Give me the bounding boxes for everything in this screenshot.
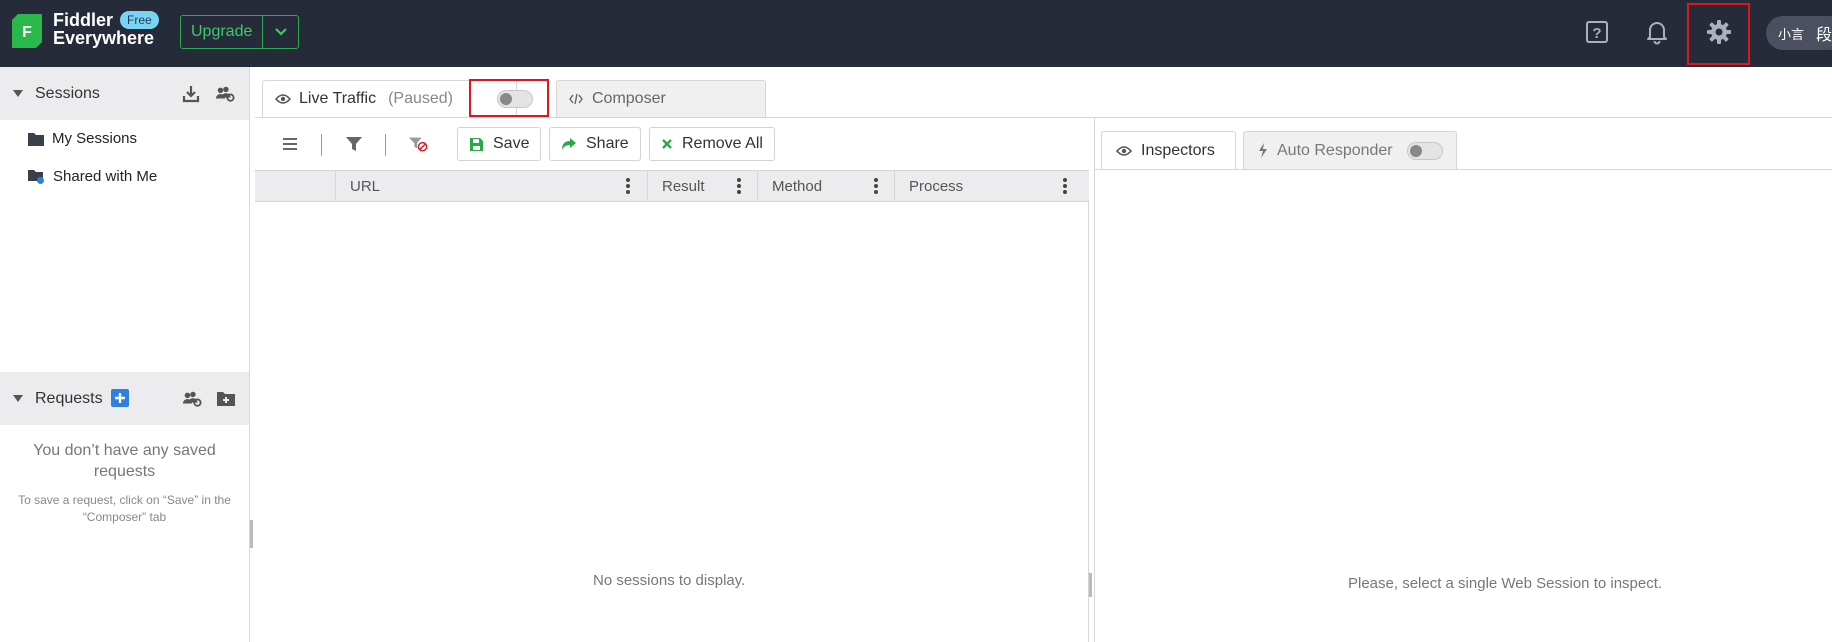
sidebar-item-label: My Sessions	[52, 130, 138, 147]
save-label: Save	[493, 135, 530, 152]
user-menu-button[interactable]: 小言 段小	[1766, 16, 1832, 50]
requests-empty-hint: To save a request, click on “Save” in th…	[18, 493, 231, 524]
column-menu-icon[interactable]	[737, 178, 741, 194]
column-result[interactable]: Result	[647, 171, 757, 202]
tab-label: Composer	[592, 90, 666, 107]
column-label: Process	[909, 178, 964, 195]
tab-label: Live Traffic	[299, 90, 377, 107]
tab-inspectors[interactable]: Inspectors	[1101, 131, 1236, 169]
svg-text:?: ?	[1592, 25, 1601, 42]
column-menu-icon[interactable]	[1063, 178, 1067, 194]
bell-icon	[1647, 22, 1667, 45]
upgrade-button-group: Upgrade	[180, 15, 300, 49]
tab-divider	[1095, 169, 1832, 170]
sessions-grid[interactable]: No sessions to display.	[255, 202, 1089, 642]
auto-responder-toggle[interactable]	[1407, 142, 1443, 160]
sidebar-item-label: Shared with Me	[53, 168, 158, 185]
svg-text:F: F	[22, 24, 32, 41]
column-menu-icon[interactable]	[874, 178, 878, 194]
requests-panel-header[interactable]: Requests	[0, 372, 249, 425]
column-process[interactable]: Process	[894, 171, 1084, 202]
sessions-grid-header: URL Result Method Process	[255, 170, 1089, 202]
save-icon	[470, 137, 483, 151]
sidebar-resize-handle[interactable]	[250, 520, 253, 548]
settings-button[interactable]	[1704, 17, 1734, 47]
shared-folder-icon	[28, 170, 44, 184]
sessions-title: Sessions	[35, 84, 100, 102]
top-bar: F Fiddler Everywhere Free Upgrade ? 小言 段	[0, 0, 1832, 67]
chevron-down-icon	[275, 28, 287, 36]
new-folder-icon[interactable]	[216, 389, 236, 409]
help-button[interactable]: ?	[1582, 17, 1612, 47]
gear-icon	[1707, 20, 1731, 44]
add-request-icon[interactable]	[110, 388, 130, 408]
capture-toggle[interactable]	[497, 90, 533, 108]
requests-empty-title: You don’t have any saved requests	[33, 442, 216, 480]
share-icon	[562, 138, 576, 150]
import-icon[interactable]	[181, 84, 201, 104]
user-name: 段小	[1816, 27, 1832, 44]
collapse-caret-icon[interactable]	[13, 395, 23, 402]
eye-icon	[275, 94, 291, 104]
sidebar: Sessions My Sessions Shared with Me Requ…	[0, 67, 250, 642]
filter-icon[interactable]	[344, 134, 364, 154]
share-button[interactable]: Share	[549, 127, 641, 161]
save-button[interactable]: Save	[457, 127, 542, 161]
upgrade-dropdown-button[interactable]	[263, 16, 298, 48]
inspector-pane: Inspectors Auto Responder Please, select…	[1094, 118, 1832, 642]
column-menu-icon[interactable]	[626, 178, 630, 194]
tab-label: Inspectors	[1141, 141, 1215, 159]
sessions-empty-message: No sessions to display.	[593, 572, 746, 589]
upgrade-button[interactable]: Upgrade	[181, 16, 264, 48]
remove-all-button[interactable]: Remove All	[649, 127, 775, 161]
tab-auto-responder[interactable]: Auto Responder	[1243, 131, 1457, 169]
remove-all-label: Remove All	[682, 135, 763, 152]
tab-label: Auto Responder	[1277, 141, 1393, 159]
help-icon: ?	[1586, 21, 1608, 43]
notifications-button[interactable]	[1642, 17, 1672, 47]
toolbar-separator	[321, 134, 322, 156]
pane-resize-handle[interactable]	[1089, 573, 1092, 597]
sessions-toolbar: Save Share Remove All	[255, 118, 1089, 170]
column-label: URL	[350, 178, 381, 195]
menu-icon[interactable]	[280, 134, 300, 154]
close-icon	[662, 139, 672, 149]
free-badge: Free	[120, 11, 159, 29]
brand-line-2: Everywhere	[53, 28, 155, 48]
code-icon	[569, 93, 583, 105]
capture-status: (Paused)	[388, 90, 453, 107]
column-method[interactable]: Method	[757, 171, 894, 202]
toolbar-separator	[385, 134, 386, 156]
lightning-icon	[1259, 143, 1267, 158]
clear-filter-icon[interactable]	[408, 134, 428, 154]
eye-icon	[1116, 145, 1132, 156]
sessions-panel-header[interactable]: Sessions	[0, 67, 249, 120]
column-label: Result	[662, 178, 705, 195]
collapse-caret-icon[interactable]	[13, 90, 23, 97]
requests-title: Requests	[35, 389, 103, 407]
inspector-empty-message: Please, select a single Web Session to i…	[1348, 575, 1663, 592]
column-url[interactable]: URL	[335, 171, 647, 202]
sidebar-item-my-sessions[interactable]: My Sessions	[28, 130, 137, 147]
share-label: Share	[586, 135, 629, 152]
tab-composer[interactable]: Composer	[556, 80, 766, 117]
user-initials: 小言	[1778, 26, 1805, 42]
sidebar-item-shared-with-me[interactable]: Shared with Me	[28, 168, 157, 185]
column-label: Method	[772, 178, 823, 195]
shared-users-settings-icon[interactable]	[215, 84, 235, 104]
folder-icon	[28, 132, 44, 146]
fiddler-logo-icon: F	[12, 14, 42, 48]
shared-users-settings-icon[interactable]	[182, 389, 202, 409]
